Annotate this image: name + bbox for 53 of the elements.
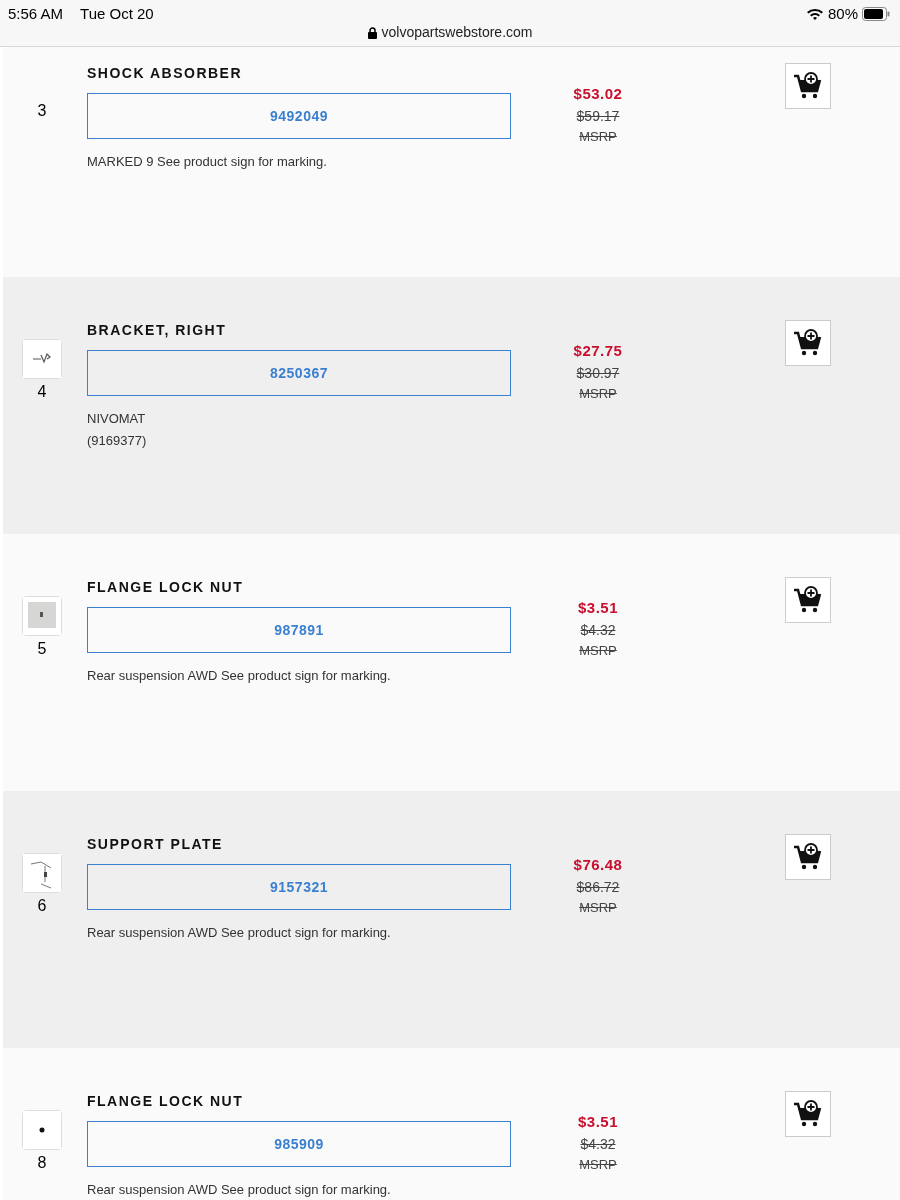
part-title: FLANGE LOCK NUT xyxy=(87,1092,245,1111)
msrp-label: MSRP xyxy=(579,898,617,917)
item-number: 4 xyxy=(37,382,47,402)
part-title: SHOCK ABSORBER xyxy=(87,64,244,83)
msrp-label: MSRP xyxy=(579,384,617,403)
url-text: volvopartswebstore.com xyxy=(381,23,533,42)
wifi-icon xyxy=(805,7,824,22)
lock-icon xyxy=(367,26,377,39)
add-to-cart-button[interactable] xyxy=(785,834,831,880)
battery-percent: 80% xyxy=(827,4,858,24)
cart-add-icon xyxy=(793,842,823,872)
msrp-label: MSRP xyxy=(579,641,617,660)
part-note: (9169377) xyxy=(87,431,148,450)
part-number-link[interactable]: 8250367 xyxy=(87,350,511,396)
part-note: Rear suspension AWD See product sign for marking. xyxy=(87,667,392,685)
cart-add-icon xyxy=(793,71,823,101)
status-time: 5:56 AM xyxy=(8,4,64,24)
part-number-link[interactable]: 9157321 xyxy=(87,864,511,910)
old-price: $59.17 xyxy=(576,106,620,126)
cart-add-icon xyxy=(793,328,823,358)
part-note: Rear suspension AWD See product sign for marking. xyxy=(87,1181,392,1199)
part-title: FLANGE LOCK NUT xyxy=(87,578,245,597)
price: $53.02 xyxy=(573,84,623,104)
part-number-link[interactable]: 987891 xyxy=(87,607,511,653)
add-to-cart-button[interactable] xyxy=(785,577,831,623)
status-date: Tue Oct 20 xyxy=(80,4,154,24)
old-price: $4.32 xyxy=(580,1134,616,1154)
cart-add-icon xyxy=(793,585,823,615)
part-note: NIVOMAT xyxy=(87,410,147,428)
add-to-cart-button[interactable] xyxy=(785,63,831,109)
old-price: $86.72 xyxy=(576,877,620,897)
msrp-label: MSRP xyxy=(579,127,617,146)
item-number: 8 xyxy=(37,1153,47,1173)
cart-add-icon xyxy=(793,1099,823,1129)
part-title: BRACKET, RIGHT xyxy=(87,321,228,340)
item-number: 5 xyxy=(37,639,47,659)
old-price: $30.97 xyxy=(576,363,620,383)
price: $3.51 xyxy=(577,1112,618,1132)
item-number: 3 xyxy=(37,101,47,121)
msrp-label: MSRP xyxy=(579,1155,617,1174)
add-to-cart-button[interactable] xyxy=(785,1091,831,1137)
battery-icon xyxy=(862,7,890,22)
old-price: $4.32 xyxy=(580,620,616,640)
part-number-link[interactable]: 9492049 xyxy=(87,93,511,139)
item-number: 6 xyxy=(37,896,47,916)
part-title: SUPPORT PLATE xyxy=(87,835,224,854)
price: $27.75 xyxy=(573,341,623,361)
price: $76.48 xyxy=(573,855,623,875)
price: $3.51 xyxy=(577,598,618,618)
part-note: Rear suspension AWD See product sign for marking. xyxy=(87,924,392,942)
part-number-link[interactable]: 985909 xyxy=(87,1121,511,1167)
add-to-cart-button[interactable] xyxy=(785,320,831,366)
part-note: MARKED 9 See product sign for marking. xyxy=(87,153,328,171)
